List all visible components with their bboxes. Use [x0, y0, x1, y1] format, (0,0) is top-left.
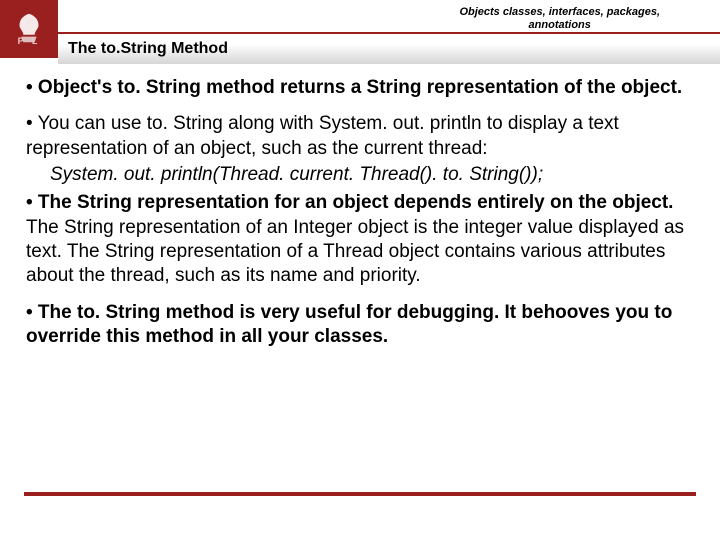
- slide: P L Objects classes, interfaces, package…: [0, 0, 720, 540]
- bullet-3-lead: • The String representation for an objec…: [26, 192, 673, 213]
- bullet-1-text: • Object's to. String method returns a S…: [26, 77, 682, 98]
- breadcrumb: Objects classes, interfaces, packages, a…: [459, 6, 660, 31]
- bullet-3-rest: The String representation of an Integer …: [26, 217, 684, 287]
- bullet-3: • The String representation for an objec…: [26, 191, 702, 288]
- title-bar: The to.String Method: [58, 34, 720, 64]
- slide-header: P L Objects classes, interfaces, package…: [0, 0, 720, 66]
- bullet-4: • The to. String method is very useful f…: [26, 301, 702, 350]
- footer-rule: [24, 492, 696, 496]
- bullet-2-text: • You can use to. String along with Syst…: [26, 113, 619, 158]
- logo-letters: P L: [0, 36, 58, 46]
- bullet-1: • Object's to. String method returns a S…: [26, 76, 702, 100]
- code-example: System. out. println(Thread. current. Th…: [26, 163, 702, 187]
- bullet-4-text: • The to. String method is very useful f…: [26, 302, 672, 347]
- bullet-2: • You can use to. String along with Syst…: [26, 112, 702, 161]
- slide-body: • Object's to. String method returns a S…: [0, 66, 720, 349]
- breadcrumb-line2: annotations: [459, 19, 660, 32]
- page-title: The to.String Method: [68, 40, 228, 58]
- breadcrumb-line1: Objects classes, interfaces, packages,: [459, 6, 660, 18]
- university-logo: [0, 0, 58, 58]
